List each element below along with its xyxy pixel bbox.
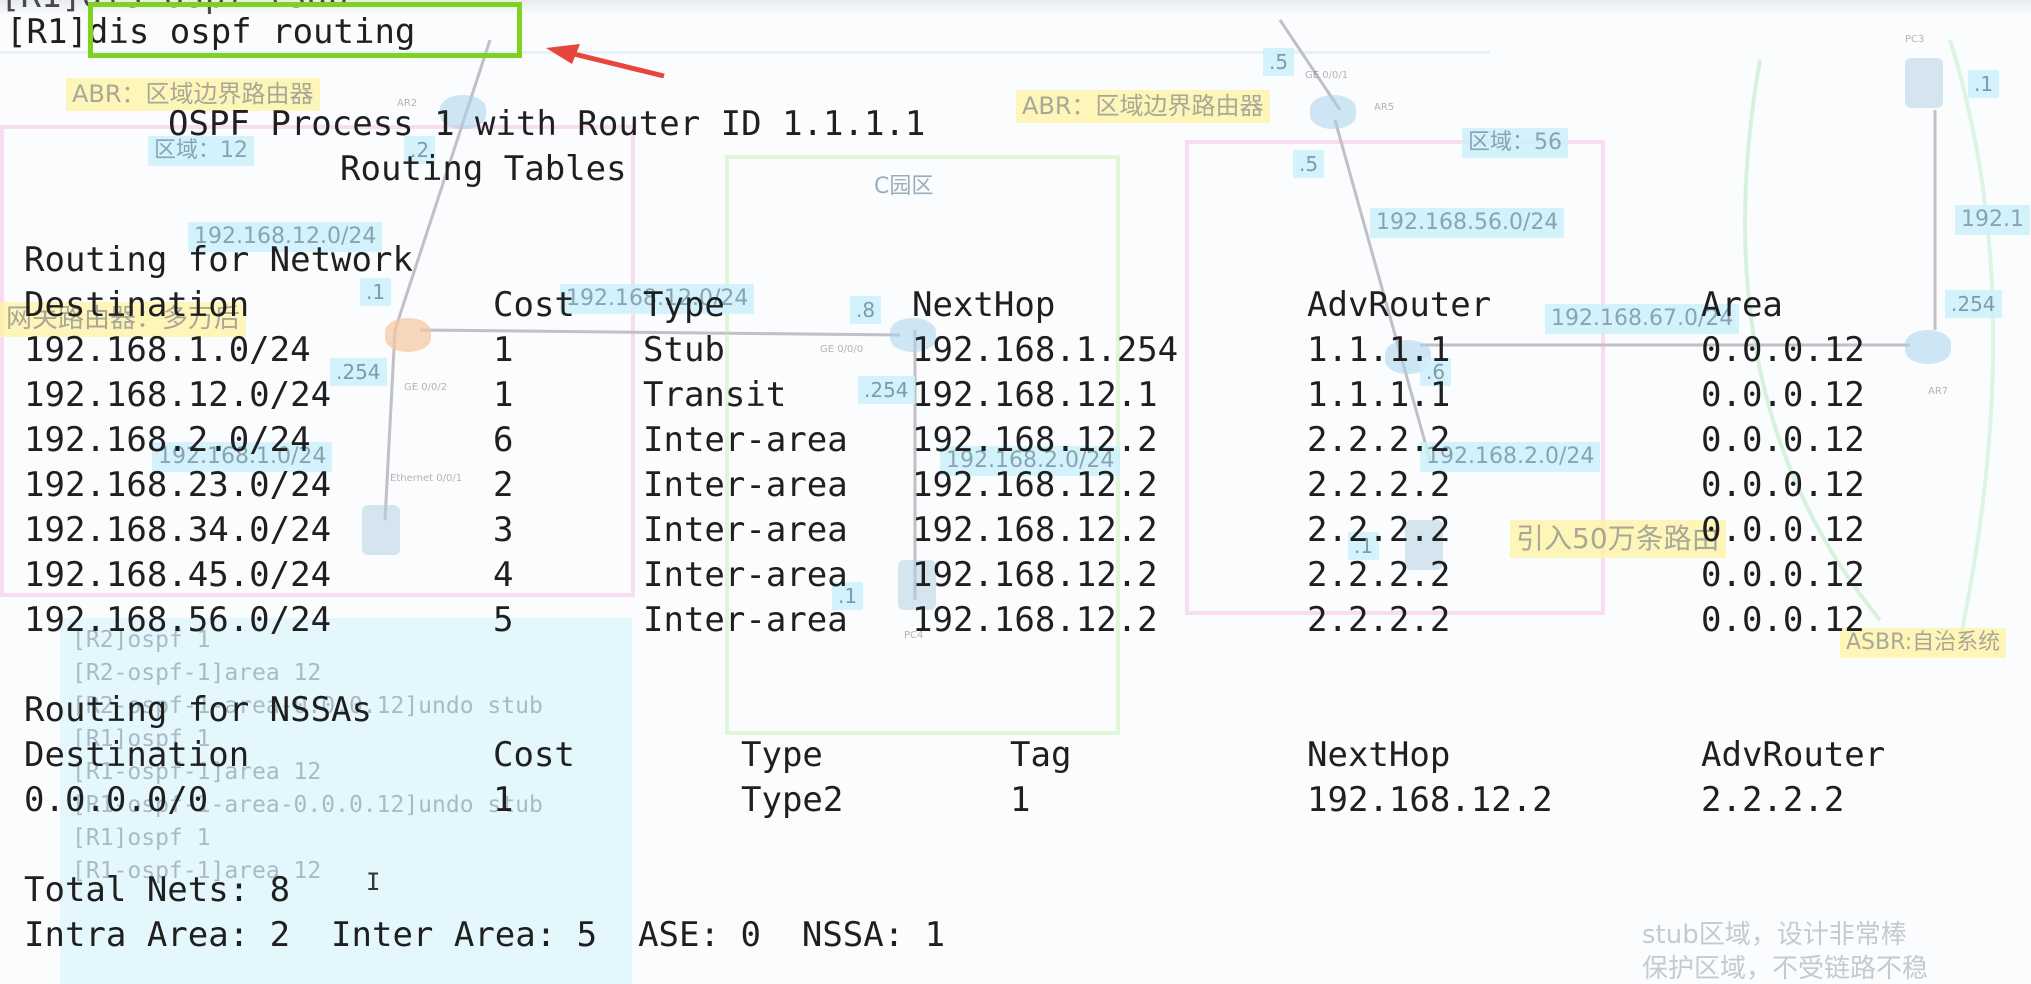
section-routing-nssa: Routing for NSSAs xyxy=(24,690,372,730)
iface-label-254c: .254 xyxy=(1945,290,2002,318)
iface-label-1a: .1 xyxy=(1968,70,2000,98)
cell-destination: 192.168.56.0/24 xyxy=(24,600,332,640)
tiny-ge002: GE 0/0/2 xyxy=(404,382,448,393)
cell-destination: 192.168.2.0/24 xyxy=(24,420,311,460)
col-nexthop: NextHop xyxy=(1307,735,1451,775)
total-nets: Total Nets: 8 xyxy=(24,870,291,910)
tiny-ar5: AR5 xyxy=(1374,102,1395,113)
tiny-ge001: GE 0/0/1 xyxy=(1305,70,1349,81)
cell-destination: 192.168.12.0/24 xyxy=(24,375,332,415)
col-cost: Cost xyxy=(493,735,575,775)
bg-curve-b xyxy=(1948,39,1996,641)
cell-area: 0.0.0.12 xyxy=(1701,330,1865,370)
header-process: OSPF Process 1 with Router ID 1.1.1.1 xyxy=(168,104,926,144)
cell-destination: 192.168.34.0/24 xyxy=(24,510,332,550)
cell-cost: 6 xyxy=(493,420,514,460)
cell-advrouter: 2.2.2.2 xyxy=(1307,420,1451,460)
cell-cost: 1 xyxy=(493,330,514,370)
cell-type: Transit xyxy=(643,375,787,415)
cell-advrouter: 2.2.2.2 xyxy=(1307,600,1451,640)
router-ar5-icon xyxy=(1310,95,1356,129)
cell-cost: 4 xyxy=(493,555,514,595)
area-56-label: 区域：56 xyxy=(1462,128,1568,159)
prompt: [R1] xyxy=(6,12,88,52)
col-tag: Tag xyxy=(1010,735,1072,775)
import-label: 引入50万条路由 xyxy=(1510,520,1726,558)
cell-type: Stub xyxy=(643,330,725,370)
area-summary: Intra Area: 2 Inter Area: 5 ASE: 0 NSSA:… xyxy=(24,915,946,955)
iface-label-8: .8 xyxy=(850,296,882,324)
router-r1-icon xyxy=(385,318,431,352)
col-type: Type xyxy=(741,735,823,775)
cell-tag: 1 xyxy=(1010,780,1031,820)
command-highlight-box xyxy=(88,2,522,58)
cell-area: 0.0.0.12 xyxy=(1701,510,1865,550)
cell-type: Inter-area xyxy=(643,465,848,505)
cell-nexthop: 192.168.12.2 xyxy=(1307,780,1553,820)
section-routing-network: Routing for Network xyxy=(24,240,413,280)
cell-cost: 1 xyxy=(493,375,514,415)
cell-nexthop: 192.168.12.2 xyxy=(912,420,1158,460)
cell-type: Inter-area xyxy=(643,600,848,640)
cell-advrouter: 2.2.2.2 xyxy=(1307,555,1451,595)
campus-c-label: C园区 xyxy=(874,174,934,199)
cell-advrouter: 1.1.1.1 xyxy=(1307,330,1451,370)
cell-nexthop: 192.168.12.2 xyxy=(912,465,1158,505)
cell-destination: 192.168.1.0/24 xyxy=(24,330,311,370)
iface-label-5a: .5 xyxy=(1263,48,1295,76)
text-cursor-icon: I xyxy=(366,868,381,896)
tiny-ge000: GE 0/0/0 xyxy=(820,344,864,355)
col-area: Area xyxy=(1701,285,1783,325)
cell-nexthop: 192.168.12.1 xyxy=(912,375,1158,415)
cell-nexthop: 192.168.12.2 xyxy=(912,510,1158,550)
abr-label-mid: ABR：区域边界路由器 xyxy=(1016,90,1270,123)
col-advrouter: AdvRouter xyxy=(1701,735,1886,775)
iface-label-254a: .254 xyxy=(858,376,915,404)
iface-label-254b: .254 xyxy=(330,358,387,386)
cell-type: Inter-area xyxy=(643,510,848,550)
col-destination: Destination xyxy=(24,735,250,775)
cell-destination: 0.0.0.0/0 xyxy=(24,780,209,820)
cell-area: 0.0.0.12 xyxy=(1701,420,1865,460)
col-type: Type xyxy=(643,285,725,325)
cell-type: Inter-area xyxy=(643,420,848,460)
cell-nexthop: 192.168.12.2 xyxy=(912,555,1158,595)
cell-advrouter: 1.1.1.1 xyxy=(1307,375,1451,415)
header-routing-tables: Routing Tables xyxy=(340,149,627,189)
pc-left-icon xyxy=(362,505,400,555)
cell-area: 0.0.0.12 xyxy=(1701,600,1865,640)
iface-label-5b: .5 xyxy=(1293,150,1325,178)
cell-nexthop: 192.168.12.2 xyxy=(912,600,1158,640)
cell-cost: 5 xyxy=(493,600,514,640)
col-destination: Destination xyxy=(24,285,250,325)
cell-advrouter: 2.2.2.2 xyxy=(1307,465,1451,505)
col-advrouter: AdvRouter xyxy=(1307,285,1492,325)
cell-nexthop: 192.168.1.254 xyxy=(912,330,1179,370)
col-cost: Cost xyxy=(493,285,575,325)
net-right-label: 192.1 xyxy=(1955,205,2030,236)
cell-advrouter: 2.2.2.2 xyxy=(1307,510,1451,550)
cell-type: Inter-area xyxy=(643,555,848,595)
cell-area: 0.0.0.12 xyxy=(1701,465,1865,505)
cell-cost: 2 xyxy=(493,465,514,505)
net-56-label: 192.168.56.0/24 xyxy=(1370,208,1565,239)
tiny-eth001: Ethernet 0/0/1 xyxy=(390,473,463,484)
cell-area: 0.0.0.12 xyxy=(1701,555,1865,595)
cell-destination: 192.168.23.0/24 xyxy=(24,465,332,505)
cell-type: Type2 xyxy=(741,780,844,820)
router-ar7-icon xyxy=(1905,330,1951,364)
tiny-ar7: AR7 xyxy=(1928,386,1949,397)
cell-cost: 1 xyxy=(493,780,514,820)
asbr-label: ASBR:自治系统 xyxy=(1840,628,2007,659)
pc3-icon xyxy=(1905,58,1943,108)
screen: ABR：区域边界路由器 ABR：区域边界路由器 区域：12 C园区 区域：56 … xyxy=(0,0,2031,984)
tiny-pc3: PC3 xyxy=(1905,34,1925,45)
cell-destination: 192.168.45.0/24 xyxy=(24,555,332,595)
cell-area: 0.0.0.12 xyxy=(1701,375,1865,415)
stub-note: stub区域，设计非常棒 保护区域，不受链路不稳 xyxy=(1642,920,1929,984)
annotation-arrow-icon xyxy=(546,44,665,79)
col-nexthop: NextHop xyxy=(912,285,1056,325)
cell-advrouter: 2.2.2.2 xyxy=(1701,780,1845,820)
cell-cost: 3 xyxy=(493,510,514,550)
